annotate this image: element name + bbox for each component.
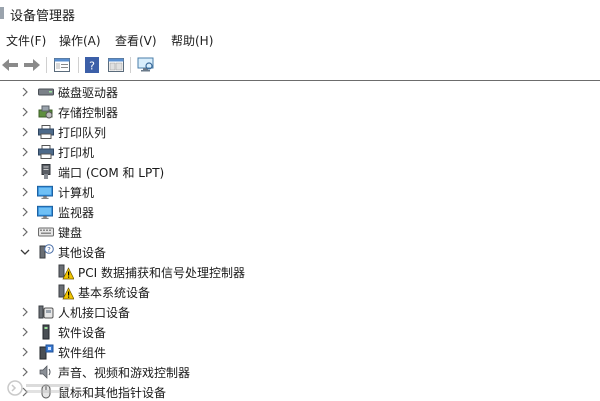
svg-text:?: ? — [89, 60, 95, 73]
tree-item-base-system-device[interactable]: 基本系统设备 — [0, 282, 600, 302]
chevron-right-icon[interactable] — [20, 187, 30, 197]
monitor-icon — [37, 204, 53, 220]
tree-item-label: 磁盘驱动器 — [58, 85, 119, 100]
properties-icon[interactable] — [52, 55, 72, 75]
tree-item-printers[interactable]: 打印机 — [0, 142, 600, 162]
tree-item-software-devices[interactable]: 软件设备 — [0, 322, 600, 342]
back-arrow-icon[interactable] — [0, 55, 20, 75]
menu-help[interactable]: 帮助(H) — [171, 32, 213, 49]
menu-bar: 文件(F) 操作(A) 查看(V) 帮助(H) — [0, 28, 600, 50]
tree-item-storage-controllers[interactable]: 存储控制器 — [0, 102, 600, 122]
software-device-icon — [38, 324, 54, 340]
toolbar: ? — [0, 52, 600, 78]
warning-device-icon — [58, 284, 74, 300]
forward-arrow-icon[interactable] — [22, 55, 42, 75]
disk-drive-icon — [38, 84, 54, 100]
chevron-right-icon[interactable] — [20, 167, 30, 177]
chevron-down-icon[interactable] — [20, 247, 30, 257]
console-view-icon[interactable] — [106, 55, 126, 75]
tree-item-label: PCI 数据捕获和信号处理控制器 — [78, 265, 245, 280]
device-tree: 磁盘驱动器 存储控制器 打印队列 打印机 端口 (COM 和 LPT) 计算机 … — [0, 82, 600, 400]
chevron-right-icon[interactable] — [20, 147, 30, 157]
tree-item-computer[interactable]: 计算机 — [0, 182, 600, 202]
toolbar-separator — [78, 57, 79, 73]
svg-text:?: ? — [47, 246, 51, 254]
chevron-right-icon[interactable] — [20, 207, 30, 217]
toolbar-separator — [46, 57, 47, 73]
tree-item-label: 人机接口设备 — [58, 305, 131, 320]
chevron-right-icon[interactable] — [20, 87, 30, 97]
tree-item-print-queues[interactable]: 打印队列 — [0, 122, 600, 142]
tree-item-label: 端口 (COM 和 LPT) — [58, 165, 165, 180]
menu-view[interactable]: 查看(V) — [115, 32, 157, 49]
monitor-scan-icon[interactable] — [136, 55, 156, 75]
chevron-right-icon[interactable] — [20, 347, 30, 357]
chevron-right-icon[interactable] — [20, 367, 30, 377]
tree-item-label: 打印机 — [58, 145, 95, 160]
tree-item-label: 其他设备 — [58, 245, 107, 260]
chevron-right-icon[interactable] — [20, 127, 30, 137]
tree-item-label: 打印队列 — [58, 125, 107, 140]
menu-action[interactable]: 操作(A) — [59, 32, 101, 49]
toolbar-divider — [0, 80, 600, 81]
tree-item-label: 监视器 — [58, 205, 95, 220]
tree-item-software-components[interactable]: 软件组件 — [0, 342, 600, 362]
storage-controller-icon — [38, 104, 54, 120]
tree-item-keyboards[interactable]: 键盘 — [0, 222, 600, 242]
tree-item-label: 声音、视频和游戏控制器 — [58, 365, 191, 380]
tree-item-label: 键盘 — [58, 225, 83, 240]
device-manager-app-icon — [0, 7, 4, 19]
menu-file[interactable]: 文件(F) — [6, 32, 46, 49]
computer-icon — [37, 184, 53, 200]
tree-item-ports[interactable]: 端口 (COM 和 LPT) — [0, 162, 600, 182]
tree-item-human-interface-devices[interactable]: 人机接口设备 — [0, 302, 600, 322]
tree-item-pci-data-controller[interactable]: PCI 数据捕获和信号处理控制器 — [0, 262, 600, 282]
port-icon — [38, 164, 54, 180]
watermark-logo — [6, 378, 76, 398]
tree-item-label: 存储控制器 — [58, 105, 119, 120]
tree-item-label: 软件组件 — [58, 345, 107, 360]
tree-item-label: 计算机 — [58, 185, 95, 200]
tree-item-disk-drives[interactable]: 磁盘驱动器 — [0, 82, 600, 102]
hid-icon — [38, 304, 54, 320]
printer-icon — [38, 144, 54, 160]
software-component-icon — [38, 344, 54, 360]
printer-queue-icon — [38, 124, 54, 140]
chevron-right-icon[interactable] — [20, 227, 30, 237]
chevron-right-icon[interactable] — [20, 327, 30, 337]
tree-item-label: 软件设备 — [58, 325, 107, 340]
help-icon[interactable]: ? — [82, 55, 102, 75]
unknown-device-icon: ? — [38, 244, 54, 260]
tree-item-other-devices[interactable]: ? 其他设备 — [0, 242, 600, 262]
tree-item-sound-video-game-controllers[interactable]: 声音、视频和游戏控制器 — [0, 362, 600, 382]
tree-item-mice-pointing-devices[interactable]: 鼠标和其他指针设备 — [0, 382, 600, 400]
tree-item-label: 基本系统设备 — [78, 285, 151, 300]
toolbar-separator — [130, 57, 131, 73]
chevron-right-icon[interactable] — [20, 107, 30, 117]
title-bar: 设备管理器 — [0, 0, 600, 26]
chevron-right-icon[interactable] — [20, 307, 30, 317]
keyboard-icon — [38, 224, 54, 240]
warning-device-icon — [58, 264, 74, 280]
tree-item-monitors[interactable]: 监视器 — [0, 202, 600, 222]
window-title: 设备管理器 — [10, 9, 76, 24]
